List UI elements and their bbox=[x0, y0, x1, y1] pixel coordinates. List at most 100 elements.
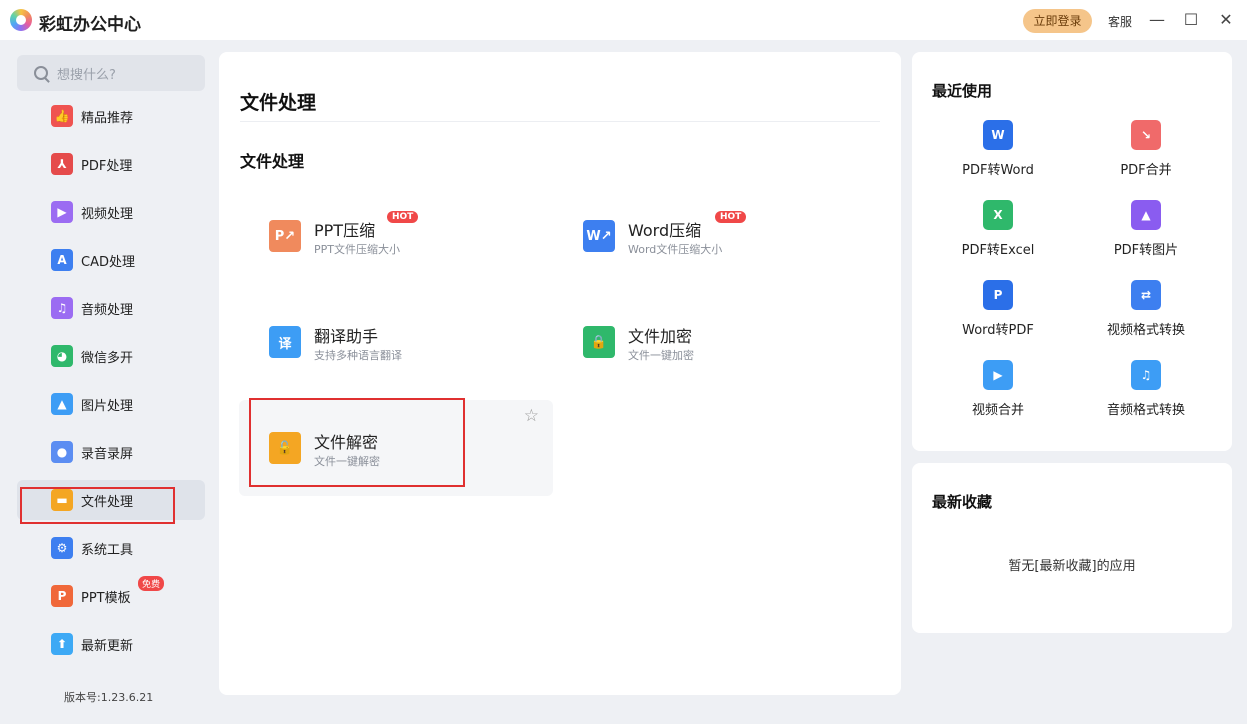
maximize-icon[interactable]: ☐ bbox=[1179, 8, 1203, 32]
sidebar-item-label: PPT模板 bbox=[81, 590, 131, 606]
highlight-box-sidebar bbox=[20, 487, 175, 524]
sidebar-item-pdf[interactable]: ⅄ PDF处理 bbox=[17, 144, 205, 184]
cad-icon: A bbox=[51, 249, 73, 271]
sidebar-item-label: 精品推荐 bbox=[81, 110, 134, 126]
sidebar-item-label: 图片处理 bbox=[81, 398, 134, 414]
sidebar-item-system[interactable]: ⚙ 系统工具 bbox=[17, 528, 205, 568]
mic-icon: ● bbox=[51, 441, 73, 463]
sidebar-item-video[interactable]: ▶ 视频处理 bbox=[17, 192, 205, 232]
tool-desc: 支持多种语言翻译 bbox=[314, 349, 402, 362]
favorites-title: 最新收藏 bbox=[932, 493, 993, 511]
audio-convert-icon: ♫ bbox=[1131, 360, 1161, 390]
recent-app-video-merge[interactable]: ▶ 视频合并 bbox=[923, 360, 1073, 440]
translate-icon: 译 bbox=[269, 326, 301, 358]
sidebar-item-image[interactable]: ▲ 图片处理 bbox=[17, 384, 205, 424]
recent-app-label: 视频合并 bbox=[971, 403, 1024, 418]
sidebar-item-label: 音频处理 bbox=[81, 302, 134, 318]
music-icon: ♫ bbox=[51, 297, 73, 319]
tool-word-compress[interactable]: W↗ Word压缩 HOT Word文件压缩大小 bbox=[553, 188, 867, 284]
upload-icon: ⬆ bbox=[51, 633, 73, 655]
play-icon: ▶ bbox=[51, 201, 73, 223]
star-icon[interactable]: ☆ bbox=[524, 406, 539, 426]
recent-app-label: 音频格式转换 bbox=[1106, 403, 1185, 418]
tool-name: 翻译助手 bbox=[314, 327, 379, 346]
title-bar: 彩虹办公中心 立即登录 客服 — ☐ ✕ bbox=[0, 0, 1247, 40]
pdf-to-excel-icon: X bbox=[983, 200, 1013, 230]
sidebar-item-label: PDF处理 bbox=[81, 158, 133, 174]
word-to-pdf-icon: P bbox=[983, 280, 1013, 310]
app-title: 彩虹办公中心 bbox=[39, 15, 141, 35]
search-input[interactable]: 想搜什么? bbox=[17, 55, 205, 91]
close-icon[interactable]: ✕ bbox=[1214, 8, 1238, 32]
ppt-icon: P bbox=[51, 585, 73, 607]
recent-app-label: PDF转Word bbox=[962, 163, 1034, 178]
tool-translate[interactable]: 译 翻译助手 支持多种语言翻译 bbox=[239, 294, 553, 390]
pdf-merge-icon: ↘ bbox=[1131, 120, 1161, 150]
login-button[interactable]: 立即登录 bbox=[1023, 9, 1092, 33]
video-merge-icon: ▶ bbox=[983, 360, 1013, 390]
recent-app-label: PDF转图片 bbox=[1113, 243, 1179, 258]
recent-app-pdf-to-word[interactable]: W PDF转Word bbox=[923, 120, 1073, 200]
recent-app-video-convert[interactable]: ⇄ 视频格式转换 bbox=[1071, 280, 1221, 360]
tool-name: Word压缩 bbox=[628, 221, 702, 240]
recent-app-label: PDF合并 bbox=[1120, 163, 1172, 178]
pdf-icon: ⅄ bbox=[51, 153, 73, 175]
file-lock-icon: 🔒 bbox=[583, 326, 615, 358]
tool-desc: Word文件压缩大小 bbox=[628, 243, 723, 256]
section-title: 文件处理 bbox=[240, 152, 305, 171]
sidebar-item-label: CAD处理 bbox=[81, 254, 135, 270]
tool-name: 文件加密 bbox=[628, 327, 693, 346]
sidebar-item-updates[interactable]: ⬆ 最新更新 bbox=[17, 624, 205, 664]
gear-icon: ⚙ bbox=[51, 537, 73, 559]
recent-app-pdf-merge[interactable]: ↘ PDF合并 bbox=[1071, 120, 1221, 200]
sidebar-item-ppt-template[interactable]: P PPT模板 免费 bbox=[17, 576, 205, 616]
sidebar-item-label: 微信多开 bbox=[81, 350, 134, 366]
free-badge: 免费 bbox=[138, 576, 165, 591]
sidebar-item-label: 录音录屏 bbox=[81, 446, 134, 462]
word-compress-icon: W↗ bbox=[583, 220, 615, 252]
sidebar-item-cad[interactable]: A CAD处理 bbox=[17, 240, 205, 280]
sidebar-item-record[interactable]: ● 录音录屏 bbox=[17, 432, 205, 472]
recent-app-label: PDF转Excel bbox=[961, 243, 1035, 258]
recent-panel: 最近使用 W PDF转Word ↘ PDF合并 X PDF转Excel ▲ PD… bbox=[912, 52, 1232, 451]
recent-app-word-to-pdf[interactable]: P Word转PDF bbox=[923, 280, 1073, 360]
divider bbox=[240, 121, 880, 122]
image-icon: ▲ bbox=[51, 393, 73, 415]
favorites-empty-text: 暂无[最新收藏]的应用 bbox=[1008, 559, 1136, 574]
version-label: 版本号:1.23.6.21 bbox=[64, 691, 154, 704]
wechat-icon: ◕ bbox=[51, 345, 73, 367]
hot-badge: HOT bbox=[715, 211, 747, 223]
recent-title: 最近使用 bbox=[932, 82, 993, 100]
hot-badge: HOT bbox=[387, 211, 419, 223]
recent-app-audio-convert[interactable]: ♫ 音频格式转换 bbox=[1071, 360, 1221, 440]
main-panel: 文件处理 文件处理 P↗ PPT压缩 HOT PPT文件压缩大小 W↗ Word… bbox=[219, 52, 901, 695]
video-convert-icon: ⇄ bbox=[1131, 280, 1161, 310]
tool-desc: 文件一键加密 bbox=[628, 349, 694, 362]
pdf-to-image-icon: ▲ bbox=[1131, 200, 1161, 230]
sidebar-item-wechat[interactable]: ◕ 微信多开 bbox=[17, 336, 205, 376]
search-icon bbox=[34, 66, 48, 80]
search-placeholder: 想搜什么? bbox=[57, 67, 116, 83]
sidebar-item-audio[interactable]: ♫ 音频处理 bbox=[17, 288, 205, 328]
tool-file-encrypt[interactable]: 🔒 文件加密 文件一键加密 bbox=[553, 294, 867, 390]
tool-ppt-compress[interactable]: P↗ PPT压缩 HOT PPT文件压缩大小 bbox=[239, 188, 553, 284]
recent-app-label: Word转PDF bbox=[962, 323, 1034, 338]
highlight-box-tool bbox=[249, 398, 465, 487]
pdf-to-word-icon: W bbox=[983, 120, 1013, 150]
tool-name: PPT压缩 bbox=[314, 221, 376, 240]
recent-app-label: 视频格式转换 bbox=[1106, 323, 1185, 338]
sidebar-nav: 👍 精品推荐 ⅄ PDF处理 ▶ 视频处理 A CAD处理 ♫ 音频处理 ◕ 微… bbox=[17, 96, 205, 672]
page-title: 文件处理 bbox=[240, 92, 317, 114]
sidebar-item-label: 系统工具 bbox=[81, 542, 134, 558]
favorites-panel: 最新收藏 暂无[最新收藏]的应用 bbox=[912, 463, 1232, 633]
sidebar-item-label: 视频处理 bbox=[81, 206, 134, 222]
minimize-icon[interactable]: — bbox=[1145, 8, 1169, 32]
recent-app-pdf-to-image[interactable]: ▲ PDF转图片 bbox=[1071, 200, 1221, 280]
sidebar-item-label: 最新更新 bbox=[81, 638, 134, 654]
ppt-compress-icon: P↗ bbox=[269, 220, 301, 252]
sidebar-item-recommend[interactable]: 👍 精品推荐 bbox=[17, 96, 205, 136]
app-logo-icon bbox=[10, 9, 32, 31]
customer-service-button[interactable]: 客服 bbox=[1108, 13, 1132, 30]
thumbs-up-icon: 👍 bbox=[51, 105, 73, 127]
recent-app-pdf-to-excel[interactable]: X PDF转Excel bbox=[923, 200, 1073, 280]
